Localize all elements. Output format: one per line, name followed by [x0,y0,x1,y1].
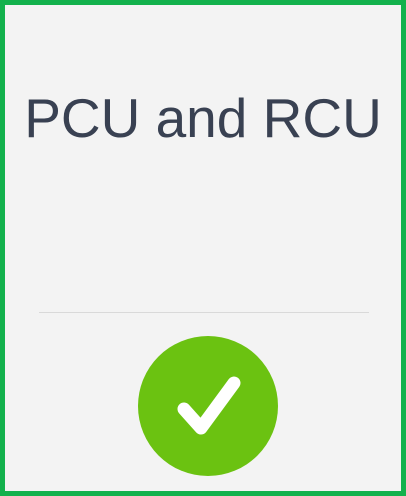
module-card[interactable]: PCU and RCU [0,0,406,496]
check-icon [138,336,278,476]
card-title: PCU and RCU [24,87,382,149]
divider [39,312,369,313]
checkmark-glyph [177,376,241,435]
